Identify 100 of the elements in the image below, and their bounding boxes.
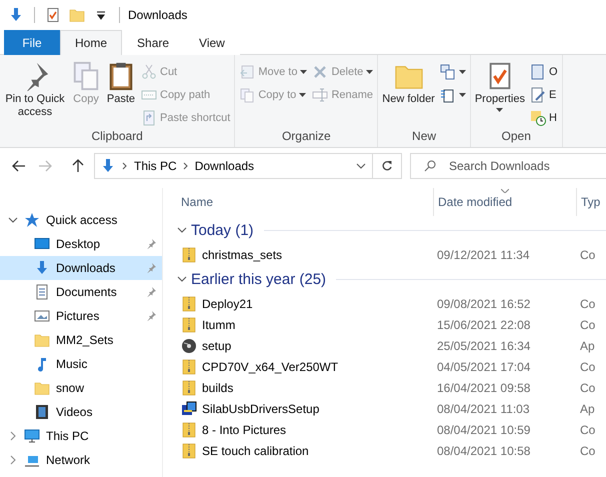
file-menu-tab[interactable]: File bbox=[4, 30, 60, 55]
date-cell: 08/04/2021 10:59 bbox=[437, 422, 530, 436]
column-header[interactable]: Date modified bbox=[433, 188, 576, 216]
type-cell: Co bbox=[580, 360, 596, 374]
expanded-chevron-icon[interactable] bbox=[8, 215, 18, 225]
ribbon-group-label: Open bbox=[500, 129, 532, 145]
type-cell: Co bbox=[580, 318, 596, 332]
file-name[interactable]: 8 - Into Pictures bbox=[202, 422, 286, 436]
address-field[interactable]: This PC Downloads bbox=[94, 153, 402, 179]
navigation-item[interactable]: MM2_Sets bbox=[0, 328, 162, 352]
file-name[interactable]: builds bbox=[202, 380, 234, 394]
download-arrow-icon bbox=[100, 158, 116, 174]
date-cell: 04/05/2021 17:04 bbox=[437, 360, 530, 374]
type-cell: Co bbox=[580, 422, 596, 436]
history-icon bbox=[530, 110, 546, 126]
rename-icon bbox=[312, 86, 328, 102]
navigation-item[interactable]: Quick access bbox=[0, 208, 162, 232]
type-cell: Co bbox=[580, 296, 596, 310]
expanded-chevron-icon[interactable] bbox=[177, 225, 187, 235]
file-name[interactable]: CPD70V_x64_Ver250WT bbox=[202, 360, 338, 374]
zip-folder-icon bbox=[181, 442, 197, 458]
group-header[interactable]: Earlier this year (25) bbox=[191, 270, 326, 288]
ribbon-button[interactable]: E bbox=[528, 84, 560, 105]
document-icon bbox=[34, 284, 50, 300]
edit-icon bbox=[530, 86, 546, 102]
pictures-icon bbox=[34, 308, 50, 324]
search-field[interactable]: Search Downloads bbox=[410, 153, 606, 179]
date-cell: 25/05/2021 16:34 bbox=[437, 338, 530, 352]
type-cell: Co bbox=[580, 444, 596, 458]
collapsed-chevron-icon[interactable] bbox=[8, 431, 18, 441]
navigation-item[interactable]: Pictures bbox=[0, 304, 162, 328]
navigation-item[interactable]: Documents bbox=[0, 280, 162, 304]
breadcrumb[interactable]: This PC bbox=[134, 159, 177, 173]
type-cell: Co bbox=[580, 248, 596, 262]
file-name[interactable]: SilabUsbDriversSetup bbox=[202, 402, 320, 416]
type-cell: Co bbox=[580, 380, 596, 394]
back-button[interactable] bbox=[10, 160, 28, 172]
installer-icon bbox=[181, 400, 197, 416]
group-header[interactable]: Today (1) bbox=[191, 222, 254, 238]
zip-folder-icon bbox=[181, 246, 197, 262]
breadcrumb-separator-icon bbox=[122, 162, 128, 170]
ribbon-group-label: Organize bbox=[280, 129, 332, 145]
zip-folder-icon bbox=[181, 422, 197, 438]
paste-shortcut-icon bbox=[141, 110, 157, 126]
star-icon bbox=[24, 212, 40, 228]
ribbon-button[interactable]: Pin to Quick access bbox=[2, 59, 68, 129]
ribbon-button[interactable]: Paste bbox=[104, 59, 138, 129]
folder-icon bbox=[69, 7, 85, 23]
navigation-item[interactable]: Network bbox=[0, 448, 162, 472]
ribbon-tab[interactable]: Home bbox=[60, 30, 122, 55]
download-arrow-icon bbox=[34, 260, 50, 276]
date-cell: 08/04/2021 10:58 bbox=[437, 444, 530, 458]
date-cell: 16/04/2021 09:58 bbox=[437, 380, 530, 394]
navigation-item[interactable]: snow bbox=[0, 376, 162, 400]
file-name[interactable]: setup bbox=[202, 338, 232, 352]
collapsed-chevron-icon[interactable] bbox=[8, 455, 18, 465]
ribbon-button[interactable]: H bbox=[528, 107, 560, 128]
pin-icon bbox=[146, 263, 156, 273]
caret-icon bbox=[458, 70, 466, 74]
navigation-item[interactable]: Videos bbox=[0, 400, 162, 424]
navigation-item[interactable]: Desktop bbox=[0, 232, 162, 256]
download-arrow-icon bbox=[8, 7, 24, 23]
type-cell: Ap bbox=[580, 402, 595, 416]
disc-icon bbox=[181, 338, 197, 354]
ribbon-button[interactable]: New folder bbox=[380, 59, 437, 129]
properties-icon bbox=[45, 7, 61, 23]
caret-icon bbox=[366, 70, 374, 74]
ribbon-group-label: New bbox=[411, 129, 438, 145]
file-name[interactable]: christmas_sets bbox=[202, 248, 282, 262]
delete-icon bbox=[312, 64, 328, 80]
navigation-item[interactable]: Downloads bbox=[0, 256, 162, 280]
up-button[interactable] bbox=[70, 159, 86, 173]
dropdown-chevron-icon[interactable] bbox=[356, 162, 366, 170]
copy-icon bbox=[71, 61, 101, 91]
breadcrumb[interactable]: Downloads bbox=[194, 159, 254, 173]
file-name[interactable]: SE touch calibration bbox=[202, 444, 309, 458]
computer-icon bbox=[24, 428, 40, 444]
folder-icon bbox=[34, 380, 50, 396]
ribbon-button[interactable]: Properties bbox=[472, 59, 527, 129]
zip-folder-icon bbox=[181, 296, 197, 312]
pin-icon bbox=[146, 239, 156, 249]
file-name[interactable]: Itumm bbox=[202, 318, 236, 332]
new-item-icon bbox=[440, 64, 456, 80]
file-name[interactable]: Deploy21 bbox=[202, 296, 253, 310]
film-icon bbox=[34, 404, 50, 420]
navigation-item[interactable]: Music bbox=[0, 352, 162, 376]
ribbon-button[interactable]: O bbox=[528, 61, 560, 82]
move-to-icon bbox=[239, 64, 256, 80]
sort-indicator-icon bbox=[501, 189, 509, 193]
column-header[interactable]: Name bbox=[177, 188, 433, 216]
folder-icon bbox=[34, 332, 50, 348]
search-icon bbox=[424, 160, 436, 172]
pin-icon bbox=[146, 311, 156, 321]
caret-icon bbox=[299, 92, 306, 96]
caret-icon bbox=[300, 70, 308, 74]
column-header[interactable]: Typ bbox=[576, 188, 606, 216]
breadcrumb-separator-icon bbox=[182, 162, 189, 170]
navigation-item[interactable]: This PC bbox=[0, 424, 162, 448]
caret-icon bbox=[458, 92, 466, 96]
expanded-chevron-icon[interactable] bbox=[177, 274, 187, 284]
